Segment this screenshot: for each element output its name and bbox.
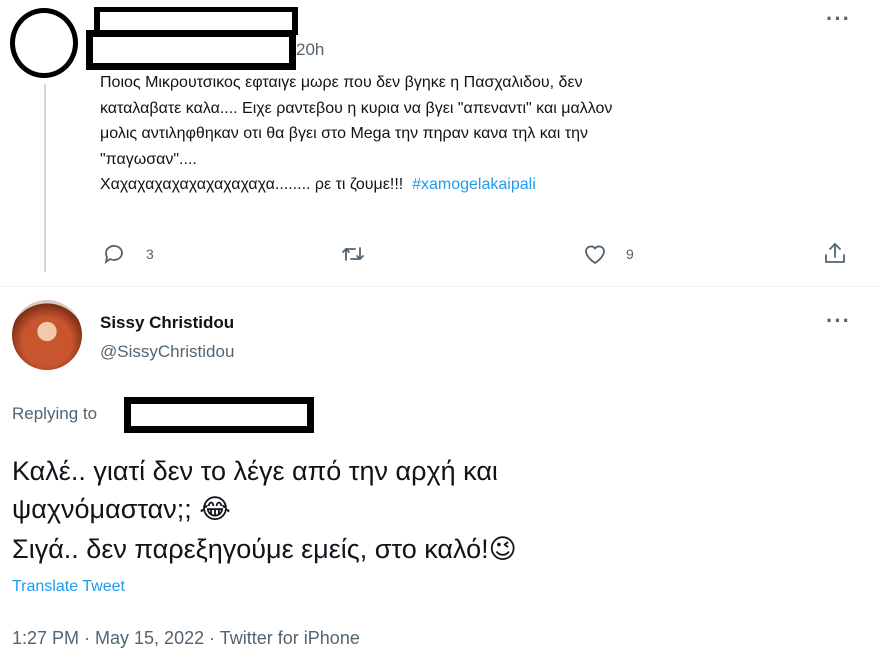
tweet-line: Καλέ.. γιατί δεν το λέγε από την αρχή κα… <box>12 456 498 486</box>
more-options-icon[interactable]: ··· <box>826 6 851 32</box>
tweet-timestamp[interactable]: 1:27 PM · May 15, 2022 · Twitter for iPh… <box>12 628 360 649</box>
tweet-line: Χαχαχαχαχαχαχαχαχαχα........ ρε τι ζουμε… <box>100 176 404 193</box>
tweet-text-line: Σιγά.. δεν παρεξηγούμε εμείς, στο καλό!😉 <box>12 530 517 568</box>
tweet-line: "παγωσαν".... <box>100 150 197 168</box>
redacted-avatar[interactable] <box>10 8 78 78</box>
translate-tweet-link[interactable]: Translate Tweet <box>12 578 125 596</box>
reply-count: 3 <box>146 246 154 262</box>
heart-icon[interactable] <box>582 242 608 266</box>
laughing-emoji-icon: 😂 <box>199 494 231 524</box>
share-icon[interactable] <box>822 240 848 266</box>
tweet-line: Σιγά.. δεν παρεξηγούμε εμείς, στο καλό! <box>12 534 489 564</box>
tweet-text-line: Καλέ.. γιατί δεν το λέγε από την αρχή κα… <box>12 452 498 490</box>
avatar[interactable] <box>12 300 82 370</box>
tweet-text: Ποιος Μικρουτσικος εφταιγε μωρε που δεν … <box>100 70 860 198</box>
tweet-line: Ποιος Μικρουτσικος εφταιγε μωρε που δεν … <box>100 74 583 91</box>
user-handle[interactable]: @SissyChristidou <box>100 342 234 362</box>
retweet-icon[interactable] <box>340 242 366 266</box>
like-count: 9 <box>626 246 634 262</box>
more-options-icon[interactable]: ··· <box>826 308 851 334</box>
redacted-handle <box>86 30 296 70</box>
tweet-line: μολις αντιληφθηκαν οτι θα βγει στο Mega … <box>100 125 589 142</box>
display-name[interactable]: Sissy Christidou <box>100 313 234 333</box>
tweet-line: καταλαβατε καλα.... Ειχε ραντεβου η κυρι… <box>100 99 613 117</box>
tweet-line: ψαχνόμασταν;; <box>12 494 192 524</box>
hashtag-link[interactable]: #xamogelakaipali <box>412 176 536 193</box>
tweet-time[interactable]: 20h <box>296 40 324 60</box>
wink-emoji-icon: 😉 <box>488 534 517 564</box>
tweet-text-line: ψαχνόμασταν;; 😂 <box>12 490 231 528</box>
thread-connector <box>44 84 46 272</box>
redacted-reply-handle[interactable] <box>124 397 314 433</box>
comment-icon[interactable] <box>102 242 126 266</box>
replying-to-label: Replying to <box>12 404 98 423</box>
divider <box>0 286 880 287</box>
